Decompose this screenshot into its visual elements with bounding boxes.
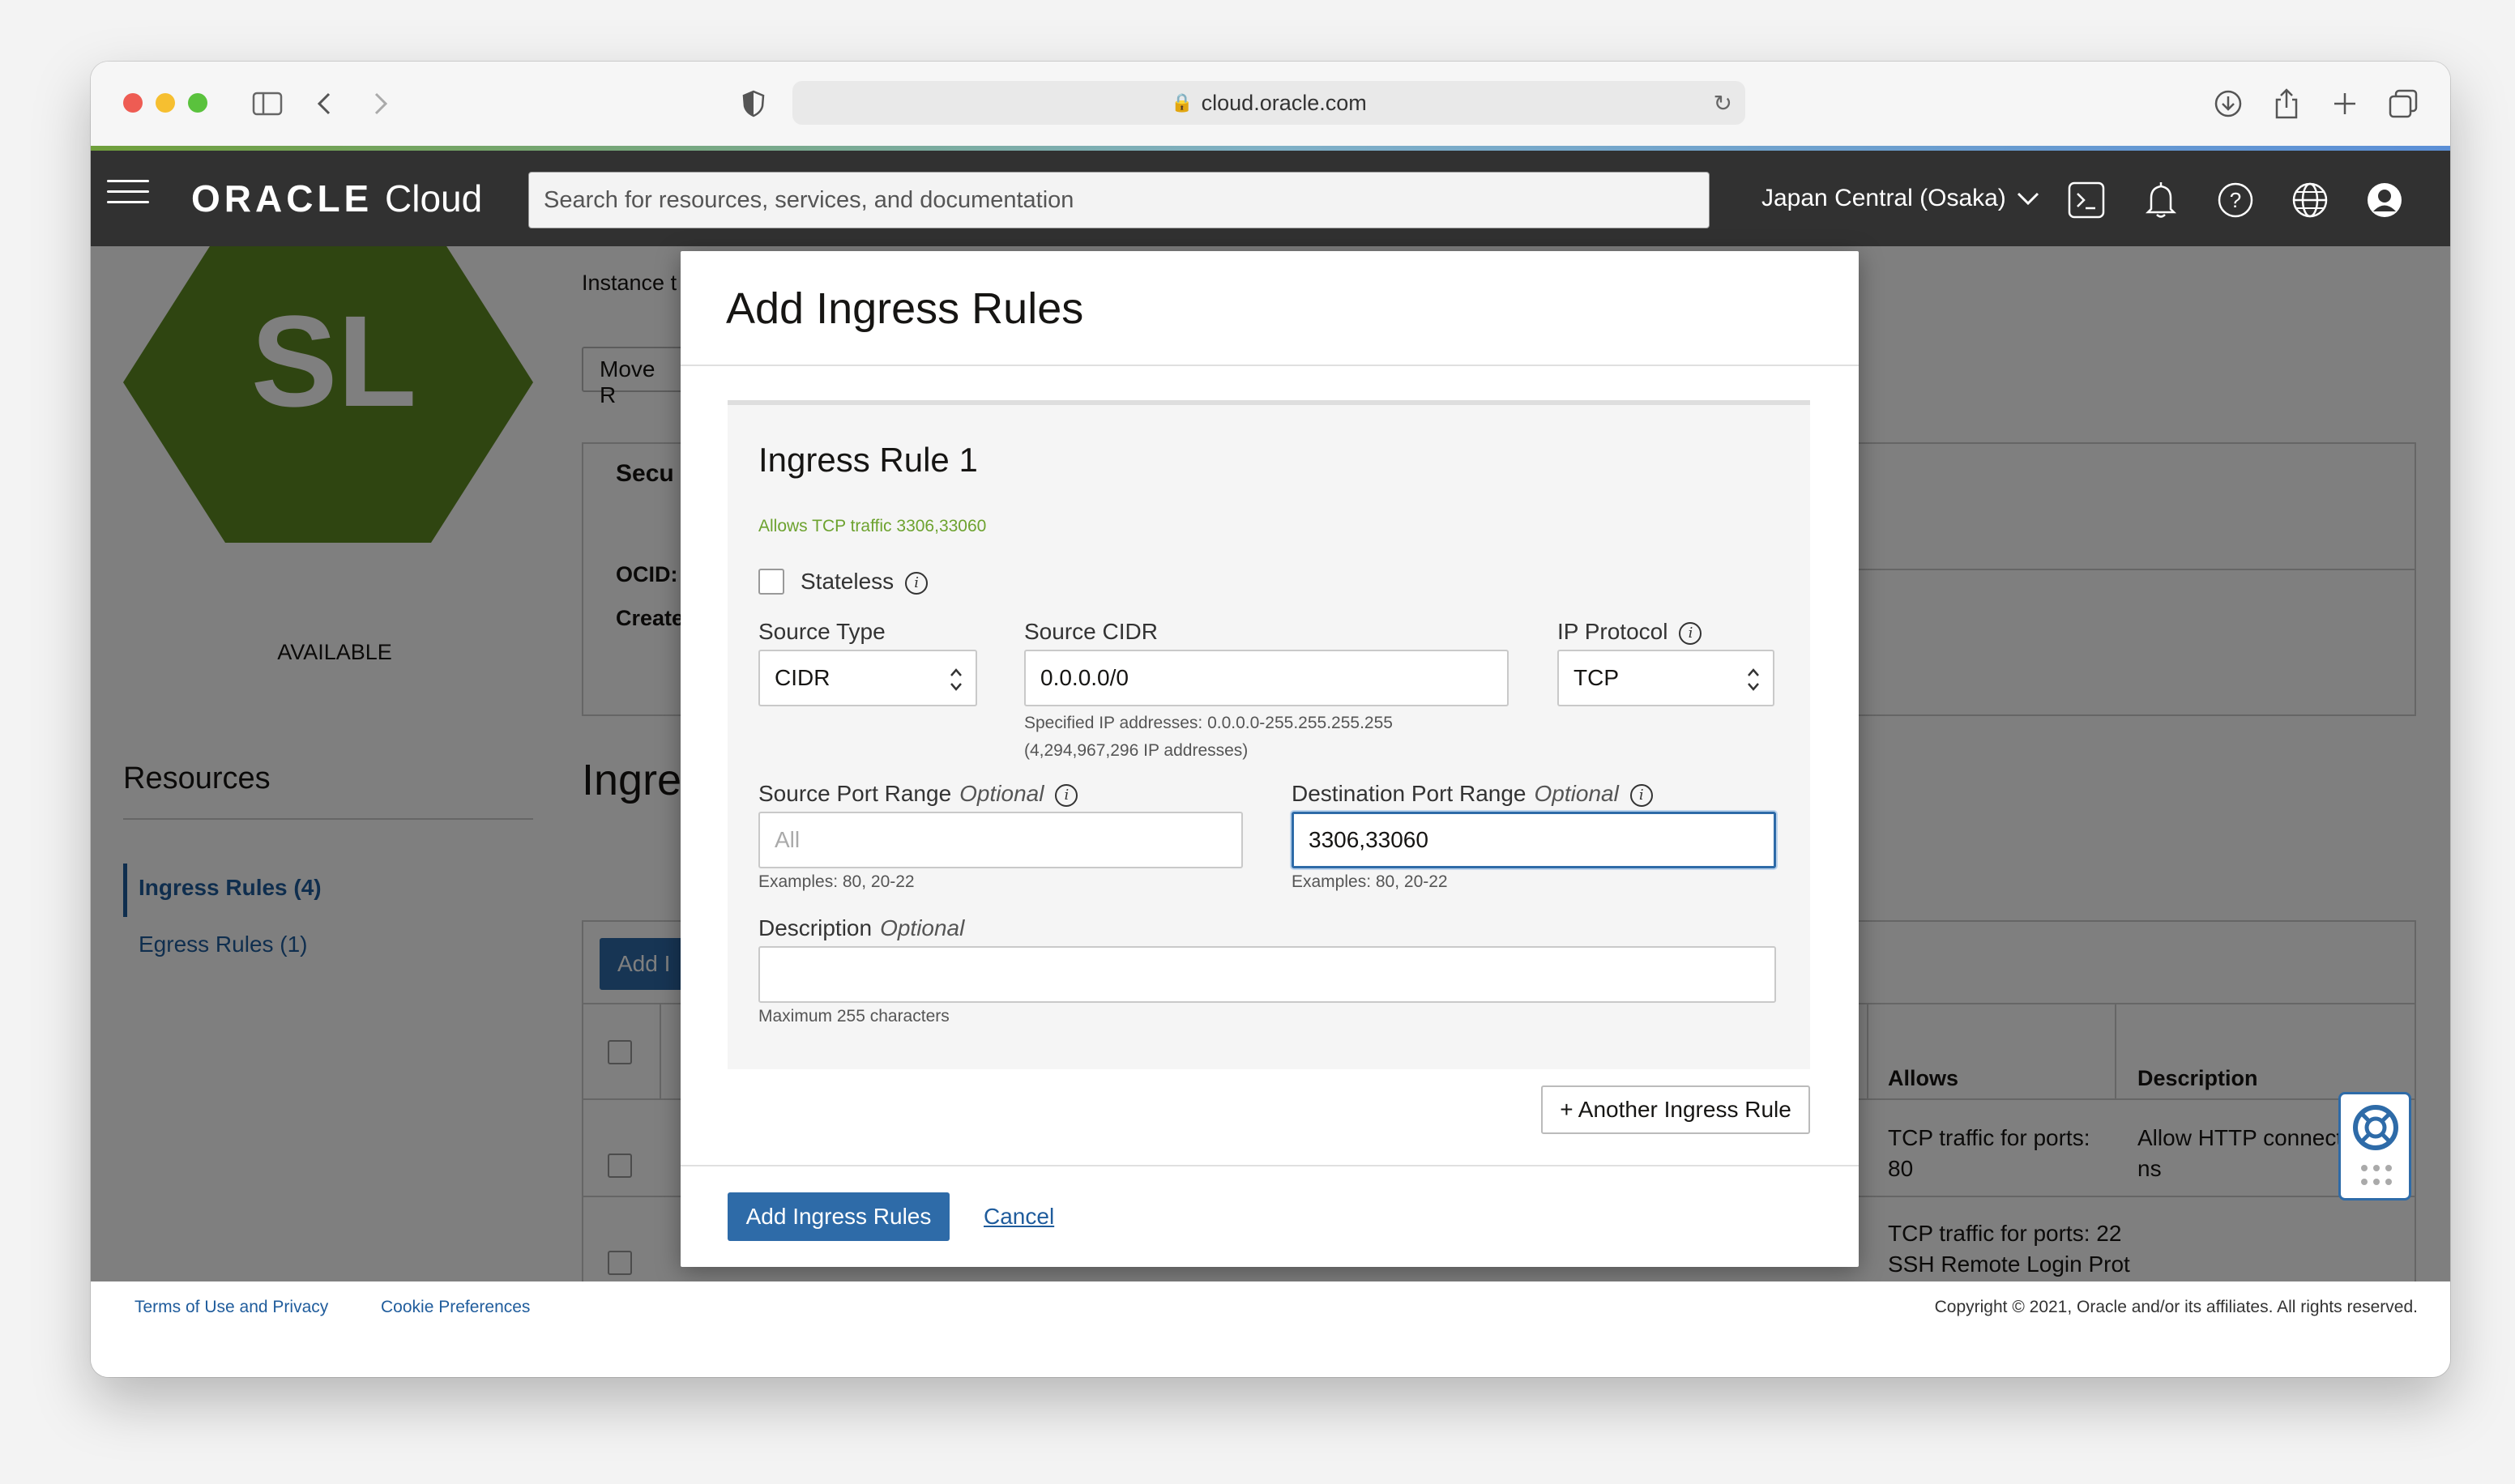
destination-port-text: Destination Port Range	[1292, 781, 1527, 806]
add-ingress-rules-dialog: Add Ingress Rules Ingress Rule 1 Allows …	[681, 251, 1859, 1267]
source-cidr-label: Source CIDR	[1024, 619, 1158, 644]
search-placeholder: Search for resources, services, and docu…	[544, 186, 1074, 213]
description-hint: Maximum 255 characters	[758, 1007, 950, 1026]
zoom-window-button[interactable]	[188, 93, 207, 113]
share-icon[interactable]	[2269, 86, 2304, 122]
url-text: cloud.oracle.com	[1201, 90, 1367, 115]
reload-icon[interactable]: ↻	[1714, 90, 1732, 117]
ip-protocol-label: IP Protocol i	[1557, 619, 1702, 645]
another-ingress-rule-button[interactable]: + Another Ingress Rule	[1541, 1085, 1810, 1134]
oracle-header: ORACLE Cloud Search for resources, servi…	[91, 151, 2450, 246]
info-icon[interactable]: i	[1679, 621, 1702, 645]
lock-icon: 🔒	[1171, 92, 1193, 113]
chevron-down-icon	[2017, 192, 2039, 206]
title-divider	[681, 365, 1859, 366]
cancel-label: Cancel	[984, 1204, 1055, 1229]
stateless-checkbox[interactable]	[758, 569, 784, 595]
source-port-hint: Examples: 80, 20-22	[758, 872, 915, 891]
source-port-text: Source Port Range	[758, 781, 952, 806]
source-type-select[interactable]: CIDR	[758, 650, 977, 706]
dialog-title: Add Ingress Rules	[726, 284, 1084, 333]
source-port-input[interactable]: All	[758, 812, 1243, 868]
region-selector[interactable]: Japan Central (Osaka)	[1761, 185, 2040, 212]
info-icon[interactable]: i	[1055, 783, 1078, 807]
help-widget[interactable]	[2338, 1092, 2411, 1200]
ip-protocol-text: IP Protocol	[1557, 619, 1668, 644]
description-text: Description	[758, 915, 873, 940]
copyright-text: Copyright © 2021, Oracle and/or its affi…	[1934, 1298, 2418, 1316]
region-label: Japan Central (Osaka)	[1761, 185, 2006, 211]
browser-window: 🔒 cloud.oracle.com ↻ ORACLE Cloud Search…	[91, 62, 2450, 1377]
svg-text:?: ?	[2230, 188, 2241, 212]
stateless-text: Stateless	[801, 569, 895, 594]
stateless-label[interactable]: Stateless i	[801, 569, 929, 595]
oracle-cloud-logo[interactable]: ORACLE Cloud	[191, 177, 482, 220]
ip-protocol-value: TCP	[1573, 665, 1619, 690]
source-cidr-input[interactable]: 0.0.0.0/0	[1024, 650, 1509, 706]
source-port-label: Source Port Range Optional i	[758, 781, 1078, 807]
drag-handle-icon[interactable]	[2360, 1164, 2393, 1187]
close-window-button[interactable]	[123, 93, 143, 113]
ip-protocol-select[interactable]: TCP	[1557, 650, 1774, 706]
select-updown-icon	[1748, 668, 1759, 691]
new-tab-icon[interactable]	[2327, 86, 2363, 122]
forward-icon[interactable]	[363, 86, 399, 122]
source-type-label: Source Type	[758, 619, 886, 644]
tab-overview-icon[interactable]	[2385, 86, 2421, 122]
logo-cloud-text: Cloud	[385, 177, 483, 220]
source-port-placeholder: All	[775, 827, 801, 852]
source-cidr-value: 0.0.0.0/0	[1040, 665, 1129, 690]
rule-title: Ingress Rule 1	[758, 441, 978, 479]
language-globe-icon[interactable]	[2290, 180, 2330, 220]
help-icon[interactable]: ?	[2215, 180, 2256, 220]
privacy-shield-icon[interactable]	[736, 86, 771, 122]
submit-label: Add Ingress Rules	[745, 1204, 932, 1229]
sidebar-toggle-icon[interactable]	[250, 86, 285, 122]
add-ingress-rules-button[interactable]: Add Ingress Rules	[728, 1192, 950, 1241]
back-icon[interactable]	[306, 86, 342, 122]
optional-tag: Optional	[959, 781, 1044, 806]
source-cidr-hint: Specified IP addresses: 0.0.0.0-255.255.…	[1024, 710, 1393, 765]
address-bar[interactable]: 🔒 cloud.oracle.com ↻	[792, 81, 1745, 125]
terms-link[interactable]: Terms of Use and Privacy	[135, 1298, 328, 1317]
optional-tag: Optional	[880, 915, 965, 940]
description-label: Description Optional	[758, 915, 964, 941]
footer-divider	[681, 1165, 1859, 1166]
cancel-link[interactable]: Cancel	[984, 1192, 1054, 1241]
page-footer: Terms of Use and Privacy Cookie Preferen…	[91, 1281, 2450, 1377]
cookie-preferences-link[interactable]: Cookie Preferences	[381, 1298, 530, 1317]
browser-toolbar: 🔒 cloud.oracle.com ↻	[91, 62, 2450, 146]
ingress-rule-card: Ingress Rule 1 Allows TCP traffic 3306,3…	[728, 400, 1810, 1069]
minimize-window-button[interactable]	[156, 93, 175, 113]
user-profile-icon[interactable]	[2364, 180, 2405, 220]
another-rule-label: + Another Ingress Rule	[1560, 1097, 1791, 1122]
notifications-bell-icon[interactable]	[2141, 180, 2181, 220]
logo-oracle-text: ORACLE	[191, 177, 374, 220]
source-cidr-hint-line1: Specified IP addresses: 0.0.0.0-255.255.…	[1024, 714, 1393, 732]
lifebuoy-icon	[2353, 1105, 2398, 1150]
description-input[interactable]	[758, 946, 1776, 1003]
select-updown-icon	[950, 668, 962, 691]
menu-icon[interactable]	[107, 180, 149, 215]
destination-port-input[interactable]: 3306,33060	[1292, 812, 1776, 868]
info-icon[interactable]: i	[905, 571, 929, 595]
info-icon[interactable]: i	[1629, 783, 1653, 807]
destination-port-value: 3306,33060	[1309, 827, 1428, 852]
downloads-icon[interactable]	[2210, 86, 2246, 122]
source-cidr-hint-line2: (4,294,967,296 IP addresses)	[1024, 741, 1249, 760]
global-search-input[interactable]: Search for resources, services, and docu…	[528, 172, 1710, 228]
destination-port-label: Destination Port Range Optional i	[1292, 781, 1653, 807]
rule-summary: Allows TCP traffic 3306,33060	[758, 517, 987, 535]
source-type-value: CIDR	[775, 665, 831, 690]
destination-port-hint: Examples: 80, 20-22	[1292, 872, 1448, 891]
cloud-shell-icon[interactable]	[2066, 180, 2107, 220]
optional-tag: Optional	[1534, 781, 1619, 806]
